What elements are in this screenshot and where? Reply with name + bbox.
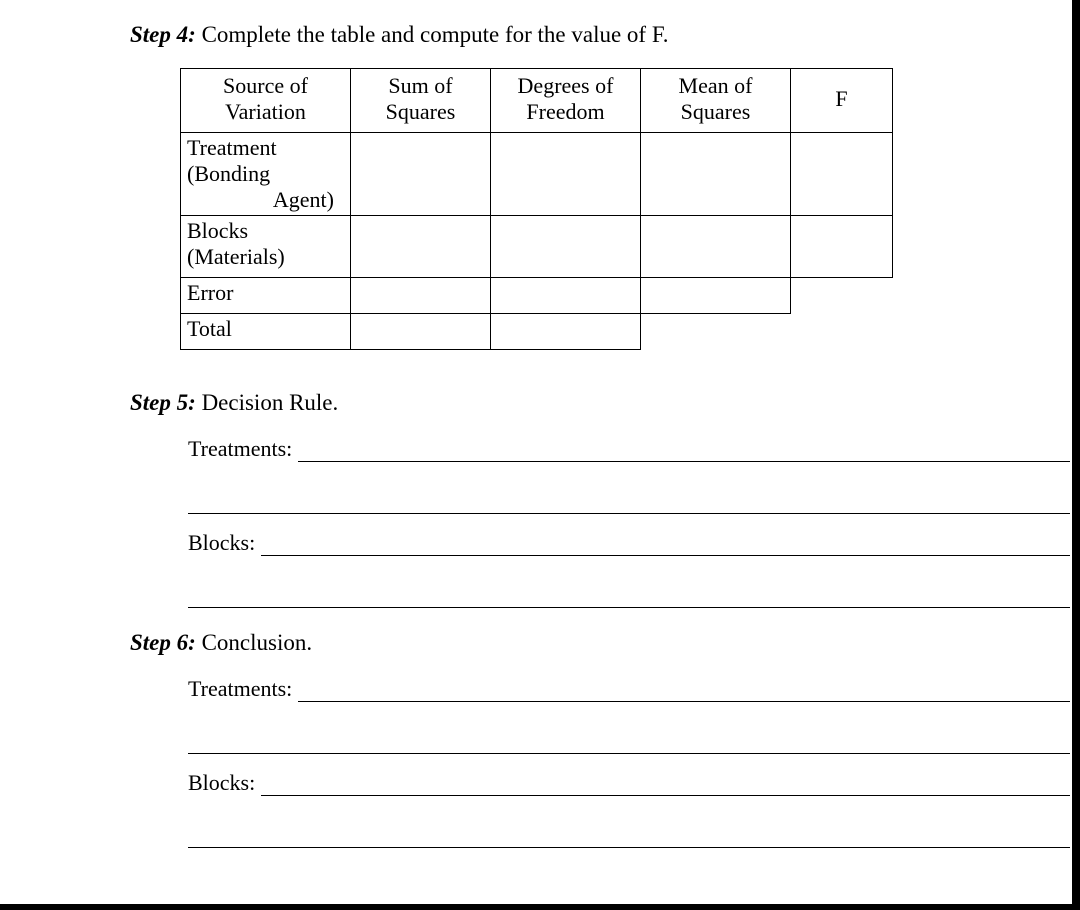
cell-treatment-df[interactable] — [491, 132, 641, 215]
step5-text: Decision Rule. — [196, 390, 338, 415]
cell-error-ss[interactable] — [351, 277, 491, 313]
cell-blocks-ss[interactable] — [351, 215, 491, 277]
step6-treatments-row1: Treatments: — [188, 676, 1070, 702]
header-source: Source of Variation — [181, 69, 351, 133]
cell-blocks-ms[interactable] — [641, 215, 791, 277]
anova-header-row: Source of Variation Sum of Squares Degre… — [181, 69, 893, 133]
step6-blocks-label: Blocks: — [188, 770, 255, 796]
cell-total-ss[interactable] — [351, 313, 491, 349]
cell-treatment-ss[interactable] — [351, 132, 491, 215]
cell-blocks-source: Blocks (Materials) — [181, 215, 351, 277]
cell-error-df[interactable] — [491, 277, 641, 313]
step5-treatments-line2[interactable] — [188, 492, 1070, 514]
step5-treatments-line1[interactable] — [298, 440, 1070, 462]
step5-blocks-row2 — [188, 586, 1070, 608]
header-df: Degrees of Freedom — [491, 69, 641, 133]
row-error: Error — [181, 277, 893, 313]
worksheet-page: Step 4: Complete the table and compute f… — [0, 0, 1080, 910]
step6-blocks-line1[interactable] — [261, 774, 1070, 796]
cell-treatment-ms[interactable] — [641, 132, 791, 215]
cell-total-f-empty — [791, 313, 893, 349]
step6-blocks-row1: Blocks: — [188, 770, 1070, 796]
cell-blocks-df[interactable] — [491, 215, 641, 277]
step6-treatments-line2[interactable] — [188, 732, 1070, 754]
header-f: F — [791, 69, 893, 133]
step4-heading: Step 4: Complete the table and compute f… — [130, 22, 1070, 48]
step5-blocks-label: Blocks: — [188, 530, 255, 556]
anova-table: Source of Variation Sum of Squares Degre… — [180, 68, 893, 350]
step5-label: Step 5: — [130, 390, 196, 415]
step6-blocks-line2[interactable] — [188, 826, 1070, 848]
step5-heading: Step 5: Decision Rule. — [130, 390, 1070, 416]
step6-treatments-label: Treatments: — [188, 676, 292, 702]
step6-heading: Step 6: Conclusion. — [130, 630, 1070, 656]
cell-treatment-f[interactable] — [791, 132, 893, 215]
cell-total-df[interactable] — [491, 313, 641, 349]
step5-treatments-label: Treatments: — [188, 436, 292, 462]
cell-blocks-f[interactable] — [791, 215, 893, 277]
step6-text: Conclusion. — [196, 630, 312, 655]
step5-blocks-line2[interactable] — [188, 586, 1070, 608]
step6-label: Step 6: — [130, 630, 196, 655]
row-total: Total — [181, 313, 893, 349]
cell-total-source: Total — [181, 313, 351, 349]
step6-treatments-line1[interactable] — [298, 680, 1070, 702]
step6-treatments-row2 — [188, 732, 1070, 754]
step6-treatments-block: Treatments: — [188, 676, 1070, 754]
header-ss: Sum of Squares — [351, 69, 491, 133]
step5-blocks-row1: Blocks: — [188, 530, 1070, 556]
step4-label: Step 4: — [130, 22, 196, 47]
step5-treatments-row2 — [188, 492, 1070, 514]
step5-blocks-line1[interactable] — [261, 534, 1070, 556]
step5-treatments-block: Treatments: — [188, 436, 1070, 514]
step6-blocks-row2 — [188, 826, 1070, 848]
page-bottom-edge — [0, 904, 1080, 910]
cell-error-source: Error — [181, 277, 351, 313]
header-ms: Mean of Squares — [641, 69, 791, 133]
cell-error-f-empty — [791, 277, 893, 313]
step6-blocks-block: Blocks: — [188, 770, 1070, 848]
row-blocks: Blocks (Materials) — [181, 215, 893, 277]
cell-total-ms-empty — [641, 313, 791, 349]
step5-blocks-block: Blocks: — [188, 530, 1070, 608]
cell-treatment-source: Treatment (Bonding Agent) — [181, 132, 351, 215]
step5-treatments-row1: Treatments: — [188, 436, 1070, 462]
step4-text: Complete the table and compute for the v… — [196, 22, 669, 47]
cell-error-ms[interactable] — [641, 277, 791, 313]
row-treatment: Treatment (Bonding Agent) — [181, 132, 893, 215]
page-right-edge — [1072, 0, 1080, 910]
